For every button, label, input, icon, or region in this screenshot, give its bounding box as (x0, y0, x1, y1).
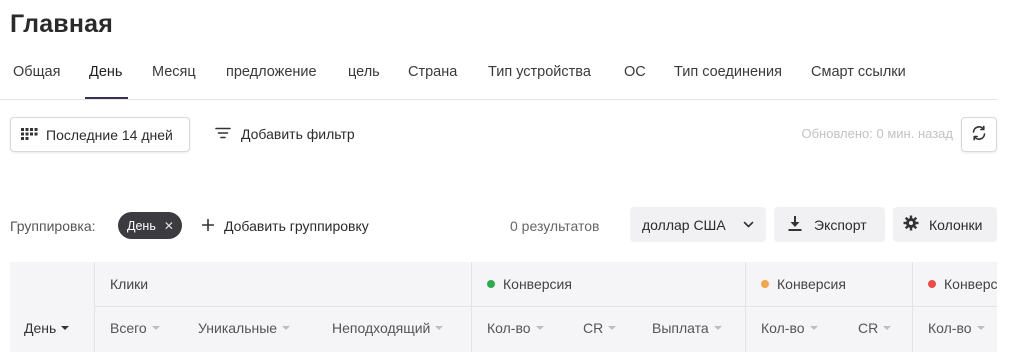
column-label: Всего (110, 320, 147, 336)
group-title: Конверсия (944, 276, 997, 292)
currency-select[interactable]: доллар США (630, 207, 766, 242)
columns-button[interactable]: Колонки (893, 207, 997, 242)
export-button[interactable]: Экспорт (774, 207, 885, 242)
tab-os[interactable]: ОС (624, 64, 646, 80)
refresh-button[interactable] (961, 117, 997, 152)
export-label: Экспорт (814, 216, 867, 233)
download-icon (788, 215, 802, 234)
results-count: 0 результатов (510, 218, 600, 234)
column-header-count[interactable]: Кол-во (928, 320, 985, 336)
column-header-unique[interactable]: Уникальные (198, 320, 291, 336)
sort-caret-icon (608, 326, 617, 330)
sort-caret-icon (883, 326, 892, 330)
gear-icon (903, 215, 919, 234)
chevron-down-icon (743, 217, 754, 233)
grid-dots-icon (21, 127, 38, 143)
column-header-cr[interactable]: CR (583, 320, 617, 336)
column-divider (94, 262, 95, 352)
sort-caret-icon (61, 326, 70, 330)
column-header-invalid[interactable]: Неподходящий (332, 320, 444, 336)
tab-connection-type[interactable]: Тип соединения (674, 64, 782, 80)
columns-label: Колонки (929, 216, 983, 233)
filter-lines-icon (215, 126, 231, 142)
tab-month[interactable]: Месяц (152, 64, 196, 80)
sort-caret-icon (713, 326, 722, 330)
status-dot-red (928, 280, 936, 288)
group-conversion-green: Конверсия (487, 276, 572, 292)
page-title: Главная (10, 10, 114, 38)
date-range-button[interactable]: Последние 14 дней (10, 117, 190, 152)
plus-icon (201, 218, 215, 234)
close-icon[interactable]: ✕ (164, 219, 174, 233)
add-filter-label: Добавить фильтр (241, 126, 355, 142)
column-header-payout[interactable]: Выплата (652, 320, 722, 336)
status-dot-orange (761, 280, 769, 288)
group-conversion-orange: Конверсия (761, 276, 846, 292)
grouping-chip-day: День ✕ (118, 212, 182, 239)
row-header-label: День (24, 320, 57, 336)
column-label: CR (858, 320, 879, 336)
group-title: Клики (110, 276, 149, 292)
sort-caret-icon (151, 326, 160, 330)
tab-goal[interactable]: цель (348, 64, 380, 80)
updated-status: Обновлено: 0 мин. назад (801, 126, 953, 141)
tab-device-type[interactable]: Тип устройства (488, 64, 591, 80)
column-label: Выплата (652, 320, 709, 336)
column-divider (745, 262, 746, 352)
column-divider (471, 262, 472, 352)
column-label: Кол-во (487, 320, 531, 336)
status-dot-green (487, 280, 495, 288)
tab-bar: Общая День Месяц предложение цель Страна… (0, 56, 997, 100)
column-header-count[interactable]: Кол-во (761, 320, 818, 336)
group-clicks: Клики (110, 276, 148, 292)
row-header-day[interactable]: День (24, 320, 70, 336)
grouping-chip-label: День (127, 218, 156, 233)
add-grouping-label: Добавить группировку (224, 218, 369, 234)
header-row-divider (94, 306, 997, 307)
grouping-label: Группировка: (10, 218, 96, 234)
column-label: Кол-во (928, 320, 972, 336)
column-header-total[interactable]: Всего (110, 320, 160, 336)
sort-caret-icon (282, 326, 291, 330)
tab-day[interactable]: День (89, 64, 122, 80)
tab-country[interactable]: Страна (408, 64, 457, 80)
refresh-icon (970, 124, 988, 145)
group-title: Конверсия (777, 276, 846, 292)
column-header-count[interactable]: Кол-во (487, 320, 544, 336)
column-label: Кол-во (761, 320, 805, 336)
add-grouping-button[interactable]: Добавить группировку (201, 216, 369, 236)
column-label: CR (583, 320, 604, 336)
sort-caret-icon (809, 326, 818, 330)
tab-offer[interactable]: предложение (226, 64, 317, 80)
column-label: Уникальные (198, 320, 278, 336)
date-range-label: Последние 14 дней (46, 126, 173, 143)
tab-smart-links[interactable]: Смарт ссылки (811, 64, 906, 80)
currency-value: доллар США (642, 216, 726, 233)
sort-caret-icon (435, 326, 444, 330)
group-title: Конверсия (503, 276, 572, 292)
sort-caret-icon (976, 326, 985, 330)
column-header-cr[interactable]: CR (858, 320, 892, 336)
column-label: Неподходящий (332, 320, 431, 336)
tab-general[interactable]: Общая (13, 64, 60, 80)
column-divider (912, 262, 913, 352)
sort-caret-icon (535, 326, 544, 330)
table-header: День Клики Конверсия Конверсия Конверсия… (10, 262, 997, 352)
add-filter-button[interactable]: Добавить фильтр (215, 124, 355, 144)
active-tab-indicator (85, 97, 128, 99)
group-conversion-red: Конверсия (928, 276, 997, 292)
